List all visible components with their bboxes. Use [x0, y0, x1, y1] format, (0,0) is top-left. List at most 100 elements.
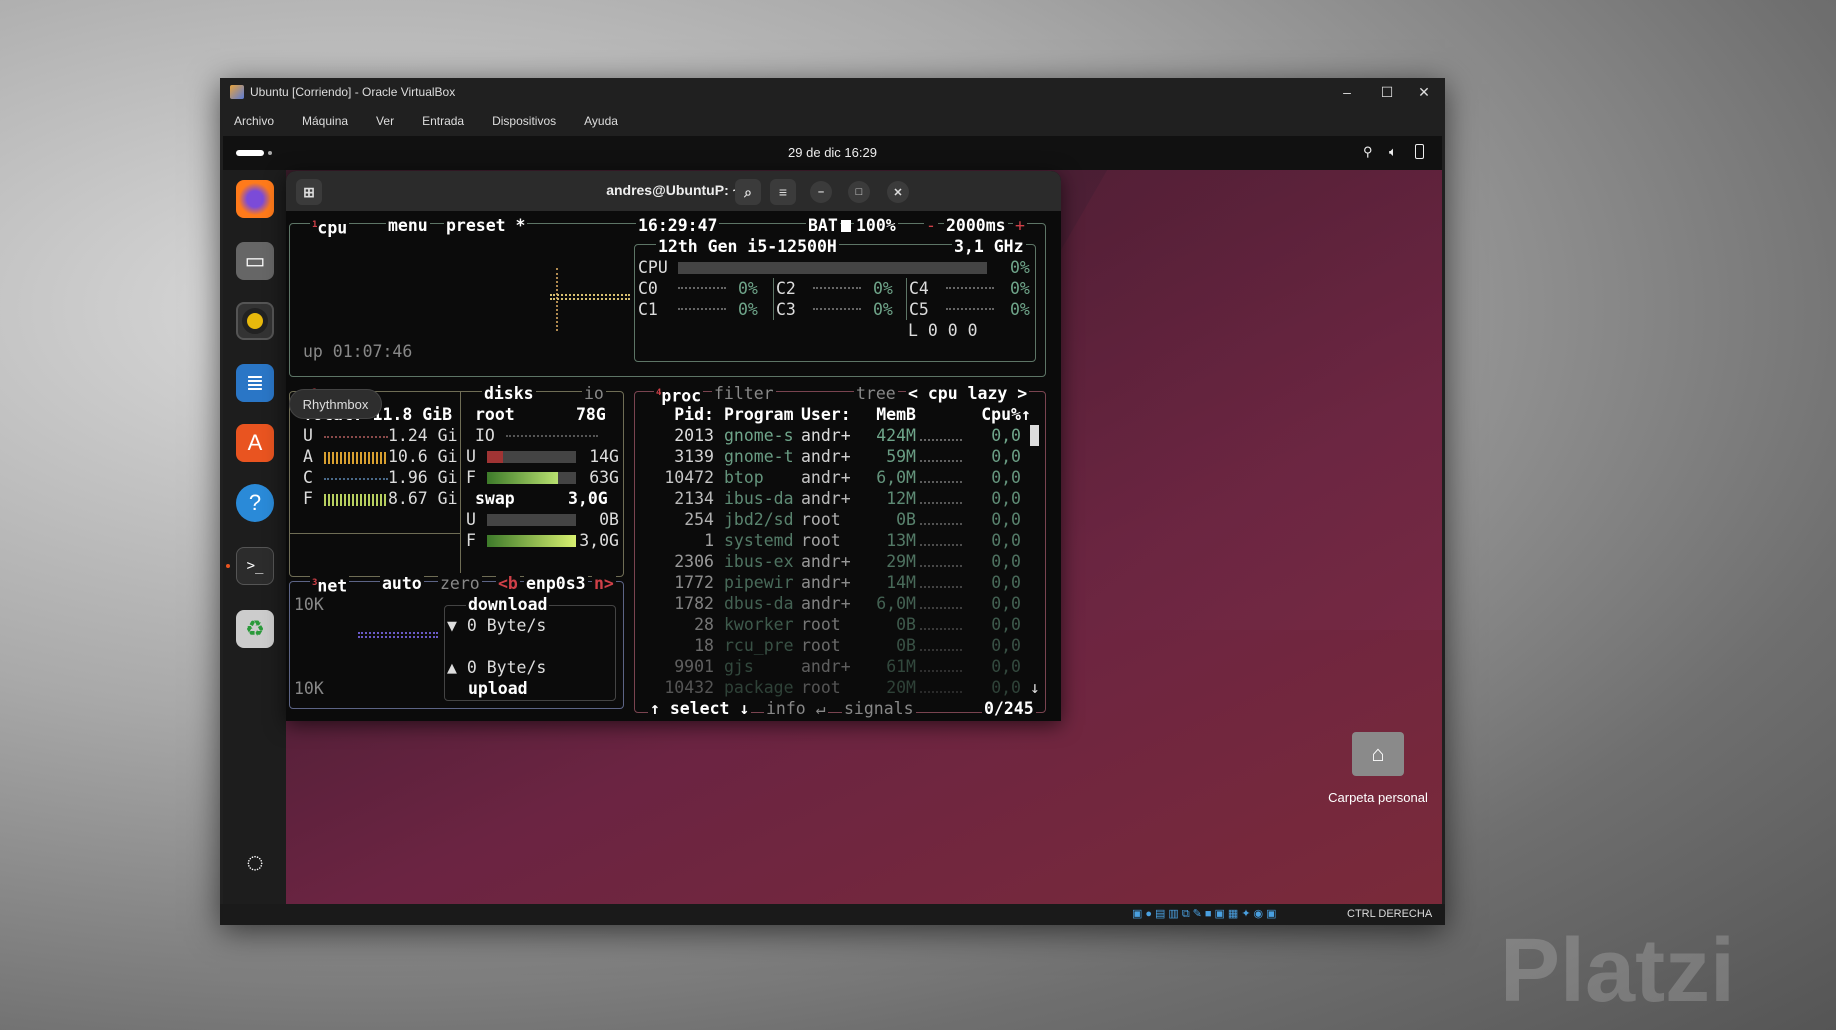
process-cpu-graph — [1021, 551, 1046, 572]
home-folder-label[interactable]: Carpeta personal — [1316, 790, 1440, 805]
scroll-down-icon[interactable]: ↓ — [1030, 677, 1040, 698]
show-apps-icon[interactable]: ◌ — [236, 844, 274, 882]
terminal-headerbar: ⊞ andres@UbuntuP: ~ ⌕ ≡ – □ ✕ — [286, 171, 1061, 211]
proc-tree[interactable]: tree — [854, 383, 898, 404]
process-cpu-graph — [916, 572, 966, 593]
proc-tab[interactable]: proc — [661, 387, 701, 406]
process-mem: 0B — [896, 615, 916, 634]
rhythmbox-icon[interactable] — [236, 302, 274, 340]
menu-dispositivos[interactable]: Dispositivos — [492, 114, 556, 128]
process-row[interactable]: 3139 gnome-t andr+ 59M 0,0 — [646, 446, 1046, 467]
header-cpu[interactable]: Cpu% — [966, 404, 1021, 425]
proc-info[interactable]: info ↵ — [764, 698, 828, 719]
process-pid: 10472 — [664, 468, 714, 487]
minimize-button[interactable]: – — [1325, 78, 1369, 106]
dock: ▭ ≣ A ? >_ ♻ ◌ — [223, 170, 286, 904]
process-row[interactable]: 10432 package root 20M 0,0 — [646, 677, 1046, 698]
process-mem: 12M — [886, 489, 916, 508]
app-center-icon[interactable]: A — [236, 424, 274, 462]
net-graph — [358, 632, 438, 638]
disk-io-label: IO — [475, 426, 495, 445]
close-button[interactable]: ✕ — [1402, 78, 1446, 106]
process-cpu-graph — [1021, 509, 1046, 530]
topbar-clock[interactable]: 29 de dic 16:29 — [223, 145, 1442, 160]
home-folder-icon[interactable]: ⌂ — [1352, 732, 1404, 776]
menu-tab[interactable]: menu — [386, 215, 430, 236]
help-icon[interactable]: ? — [236, 484, 274, 522]
menu-button[interactable]: ≡ — [770, 179, 796, 205]
btop[interactable]: 1 cpu menu preset * 16:29:47 BAT 100% - 2… — [286, 211, 1061, 721]
terminal-icon[interactable]: >_ — [236, 547, 274, 585]
net-auto[interactable]: auto — [380, 573, 424, 594]
process-row[interactable]: 18 rcu_pre root 0B 0,0 — [646, 635, 1046, 656]
process-cpu-graph — [1021, 488, 1046, 509]
proc-scrollbar[interactable] — [1030, 425, 1039, 446]
trash-icon[interactable]: ♻ — [236, 610, 274, 648]
close-button[interactable]: ✕ — [887, 181, 909, 203]
cpu-graph-horizontal — [550, 294, 630, 300]
terminal-window[interactable]: ⊞ andres@UbuntuP: ~ ⌕ ≡ – □ ✕ 1 cpu menu … — [286, 171, 1061, 721]
process-user: root — [801, 678, 841, 697]
process-cpu-graph — [1021, 572, 1046, 593]
process-row[interactable]: 2013 gnome-s andr+ 424M 0,0 — [646, 425, 1046, 446]
io-tab[interactable]: io — [582, 383, 606, 404]
process-row[interactable]: 254 jbd2/sd root 0B 0,0 — [646, 509, 1046, 530]
disk-root-size: 78G — [576, 405, 606, 424]
running-indicator — [226, 564, 230, 568]
net-tab[interactable]: net — [317, 577, 347, 596]
process-row[interactable]: 1772 pipewir andr+ 14M 0,0 — [646, 572, 1046, 593]
process-user: andr+ — [801, 657, 851, 676]
menu-archivo[interactable]: Archivo — [234, 114, 274, 128]
core-graph — [678, 281, 726, 289]
process-row[interactable]: 28 kworker root 0B 0,0 — [646, 614, 1046, 635]
menu-ayuda[interactable]: Ayuda — [584, 114, 618, 128]
header-user[interactable]: User: — [801, 404, 861, 425]
header-pid[interactable]: Pid: — [646, 404, 714, 425]
net-next-interface[interactable]: n> — [592, 573, 616, 594]
header-mem[interactable]: MemB — [861, 404, 916, 425]
net-prev-interface[interactable]: <b — [496, 573, 520, 594]
minimize-button[interactable]: – — [810, 181, 832, 203]
battery-icon[interactable] — [1415, 144, 1424, 159]
proc-signals[interactable]: signals — [842, 698, 916, 719]
network-icon[interactable]: ⚲ — [1363, 144, 1373, 160]
menu-ver[interactable]: Ver — [376, 114, 394, 128]
proc-filter[interactable]: filter — [712, 383, 776, 404]
cpu-tab[interactable]: cpu — [317, 219, 347, 238]
upload-speed: ▲ 0 Byte/s — [447, 658, 547, 677]
writer-icon[interactable]: ≣ — [236, 364, 274, 402]
interval-increase[interactable]: + — [1013, 215, 1027, 236]
process-row[interactable]: 1 systemd root 13M 0,0 — [646, 530, 1046, 551]
process-row[interactable]: 9901 gjs andr+ 61M 0,0 — [646, 656, 1046, 677]
process-row[interactable]: 2306 ibus-ex andr+ 29M 0,0 — [646, 551, 1046, 572]
process-cpu-graph — [916, 614, 966, 635]
vbox-statusbar: ▣●▤▥⧉✎■▣▦✦◉▣ CTRL DERECHA — [220, 904, 1445, 925]
firefox-icon[interactable] — [236, 180, 274, 218]
proc-select[interactable]: ↑ select ↓ — [648, 698, 752, 719]
mem-meter — [324, 452, 388, 464]
process-row[interactable]: 1782 dbus-da andr+ 6,0M 0,0 — [646, 593, 1046, 614]
proc-sort[interactable]: < cpu lazy > — [906, 383, 1030, 404]
load-average: L 0 0 0 — [908, 321, 978, 340]
process-cpu: 0,0 — [991, 510, 1021, 529]
search-button[interactable]: ⌕ — [735, 179, 761, 205]
files-icon[interactable]: ▭ — [236, 242, 274, 280]
device-status-icons[interactable]: ▣●▤▥⧉✎■▣▦✦◉▣ — [1132, 907, 1280, 921]
preset-tab[interactable]: preset * — [444, 215, 528, 236]
maximize-button[interactable]: □ — [848, 181, 870, 203]
process-cpu: 0,0 — [991, 594, 1021, 613]
process-mem: 20M — [886, 678, 916, 697]
process-row[interactable]: 10472 btop andr+ 6,0M 0,0 — [646, 467, 1046, 488]
disks-tab[interactable]: disks — [483, 384, 534, 403]
menu-maquina[interactable]: Máquina — [302, 114, 348, 128]
process-cpu-graph — [916, 656, 966, 677]
header-program[interactable]: Program — [714, 404, 801, 425]
process-user: andr+ — [801, 426, 851, 445]
volume-icon[interactable]: 🔈︎ — [1389, 144, 1397, 160]
net-zero[interactable]: zero — [438, 573, 482, 594]
process-row[interactable]: 2134 ibus-da andr+ 12M 0,0 — [646, 488, 1046, 509]
process-cpu: 0,0 — [991, 468, 1021, 487]
menu-entrada[interactable]: Entrada — [422, 114, 464, 128]
interval-decrease[interactable]: - — [924, 215, 938, 236]
process-cpu-graph — [1021, 530, 1046, 551]
